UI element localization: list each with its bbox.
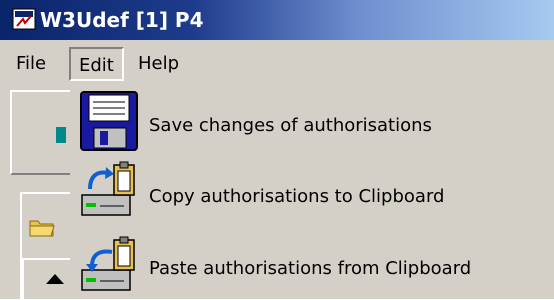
- up-arrow-icon: [46, 274, 64, 284]
- menu-file[interactable]: File: [16, 49, 46, 79]
- floppy-disk-icon: [80, 91, 138, 151]
- scroll-up-button[interactable]: [22, 258, 70, 299]
- side-tab[interactable]: [20, 192, 70, 299]
- copy-authorisations-label: Copy authorisations to Clipboard: [149, 186, 445, 207]
- paste-authorisations-label: Paste authorisations from Clipboard: [149, 258, 472, 279]
- menu-item-save-authorisations[interactable]: Save changes of authorisations: [70, 87, 554, 157]
- title-bar[interactable]: W3Udef [1] P4: [0, 0, 554, 40]
- edit-menu-dropdown: Save changes of authorisations Copy auth…: [70, 87, 554, 299]
- folder-icon[interactable]: [28, 216, 56, 238]
- panel-fragment: [56, 127, 66, 143]
- window-title: W3Udef [1] P4: [40, 8, 204, 32]
- save-authorisations-label: Save changes of authorisations: [149, 115, 432, 136]
- menu-item-paste-from-clipboard[interactable]: Paste authorisations from Clipboard: [70, 230, 554, 300]
- copy-to-clipboard-icon: [81, 161, 135, 216]
- toolbar-panel: [10, 90, 70, 175]
- app-icon: [12, 8, 36, 30]
- paste-from-clipboard-icon: [81, 236, 135, 291]
- menu-bar: File Edit Help: [0, 40, 554, 87]
- menu-item-copy-to-clipboard[interactable]: Copy authorisations to Clipboard: [70, 159, 554, 229]
- background-window-area: [0, 87, 70, 299]
- menu-edit[interactable]: Edit: [69, 47, 124, 81]
- menu-help[interactable]: Help: [138, 49, 179, 79]
